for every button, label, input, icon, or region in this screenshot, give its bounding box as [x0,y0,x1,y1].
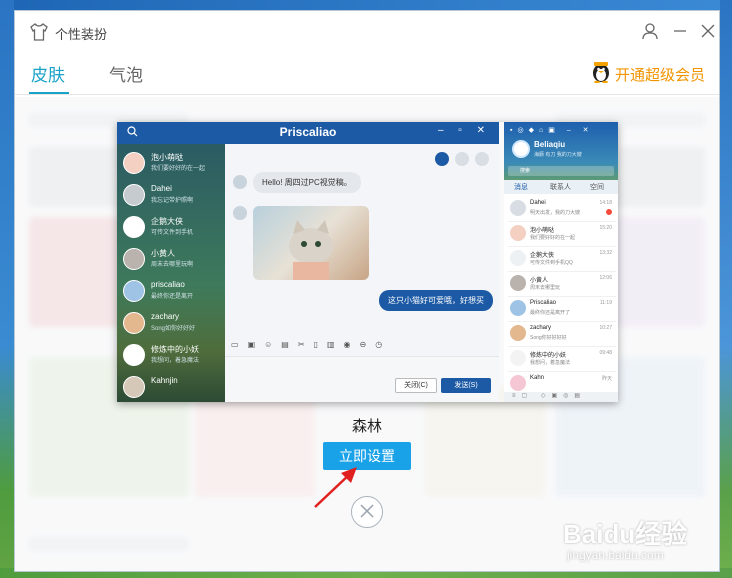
preview-chat-header: Priscaliao – ▫ ✕ [117,122,499,144]
panel-list-item: 企鹅大侠 可传文件到手机QQ 13:32 [508,247,616,272]
contact-item: Kahnjin [123,374,223,402]
account-button[interactable] [639,21,661,43]
sender-avatar [233,175,247,189]
watermark-url: jingyan.baidu.com [567,548,664,562]
close-window-button[interactable] [697,21,719,43]
preview-main-panel: ▪◎◆⌂▣ – ✕ Beliaqiu 海豚 有刀 我的刀大嫂 搜索 消息 联系人… [504,122,618,402]
desktop-background-left [0,0,14,578]
close-icon [360,503,374,521]
tab-bar: 皮肤 气泡 开通超级会员 [15,55,719,95]
desktop-background-right [720,0,732,578]
profile-signature: 海豚 有刀 我的刀大嫂 [534,152,582,158]
contact-item: 修炼中的小妖 我想问，着急魔法 [123,342,223,372]
panel-list-item: 小黄人 周末去哪里玩 12:06 [508,272,616,297]
contact-item: Dahei 我忘记带护照啊 [123,182,223,212]
add-icon [435,152,449,166]
gif-icon: ▤ [281,340,289,349]
minimize-button[interactable] [669,21,691,43]
image-icon: ▣ [247,340,256,349]
tab-bubble[interactable]: 气泡 [109,61,143,86]
preview-chat-area: Hello! 周四过PC视觉稿。 这只小猫好可爱哦，好想买 ▭ ▣ ☺ ▤ ✂ ▯ ▥ ◉ ⊖ ◷… [225,144,499,402]
mic-icon: ◉ [343,340,351,349]
profile-avatar [512,140,530,158]
panel-list-item: 修炼中的小妖 我想问，着急魔法 09:48 [508,347,616,372]
scissors-icon: ✂ [297,340,305,349]
clock-icon: ◷ [375,340,383,349]
close-icon [701,24,715,41]
tshirt-icon [29,23,49,41]
profile-nickname: Beliaqiu [534,140,566,149]
penguin-icon [591,61,611,87]
outgoing-message: 这只小猫好可爱哦，好想买 [379,290,493,311]
panel-list-item: zachary Song你好好好好 10:27 [508,322,616,347]
baidu-watermark: Baidu经验 jingyan.baidu.com [563,514,713,570]
phone-icon [455,152,469,166]
contact-item: 泡小萌哒 我们要好好的在一起 [123,150,223,180]
folder-icon: ▭ [231,340,239,349]
panel-list-item: 泡小萌哒 我们要好好的在一起 15:20 [508,222,616,247]
incoming-message: Hello! 周四过PC视觉稿。 [253,172,361,193]
input-area: 关闭(C) 发送(S) [225,356,499,402]
contact-item: zachary Song如你好好好 [123,310,223,340]
close-preview-button[interactable] [351,496,383,528]
preview-window-controls: – ▫ ✕ [437,125,491,136]
input-toolbar: ▭ ▣ ☺ ▤ ✂ ▯ ▥ ◉ ⊖ ◷ [231,340,382,349]
minimize-icon [673,24,687,41]
active-tab-indicator [29,92,69,94]
title-bar[interactable]: 个性装扮 [15,11,719,53]
more-icon [475,152,489,166]
contact-item: 企鹅大侠 可传文件到手机 [123,214,223,244]
sender-avatar [233,206,247,220]
contact-item: priscaliao 最终你还是离开 [123,278,223,308]
panel-list-item: Dahei 明天出发，我的刀大嫂 14:18 [508,197,616,222]
panel-search: 搜索 [508,166,614,176]
preview-panel-header: ▪◎◆⌂▣ – ✕ Beliaqiu 海豚 有刀 我的刀大嫂 搜索 [504,122,618,180]
skin-name: 森林 [351,418,382,435]
cat-photo [253,206,369,280]
panel-list-item: Priscaliao 最终你还是离开了 11:19 [508,297,616,322]
panel-top-icons: ▪◎◆⌂▣ – ✕ [510,127,594,134]
preview-contact-list: 泡小萌哒 我们要好好的在一起 Dahei 我忘记带护照啊 企鹅大侠 可传文件到手机 小… [117,144,225,402]
watermark-logo: Baidu经验 [563,519,688,549]
preview-send-button: 发送(S) [441,378,491,393]
vip-label: 开通超级会员 [614,66,705,84]
phone-icon: ▯ [313,340,318,349]
contact-item: 小黄人 周末去哪里玩啊 [123,246,223,276]
file-icon: ▥ [326,340,335,349]
window-title: 个性装扮 [55,27,108,42]
user-icon [641,22,659,43]
skin-preview: Priscaliao – ▫ ✕ 泡小萌哒 我们要好好的在一起 Dahei 我忘记带… [117,122,618,402]
personalize-window: 个性装扮 皮肤 气泡 开通超级会员 Priscaliao – ▫ ✕ 泡小萌哒 … [14,10,720,572]
minus-circle-icon: ⊖ [359,340,367,349]
preview-chat-window: Priscaliao – ▫ ✕ 泡小萌哒 我们要好好的在一起 Dahei 我忘记带… [117,122,499,402]
emoji-icon: ☺ [264,340,273,349]
desktop-background-top [0,0,732,10]
preview-close-button: 关闭(C) [395,378,437,393]
panel-tabs: 消息 联系人 空间 [504,180,618,194]
panel-bottom-icons: ≡▢ ◇▣◎▤ [504,392,618,402]
tab-skin[interactable]: 皮肤 [31,61,65,86]
vip-link[interactable]: 开通超级会员 [591,61,705,87]
